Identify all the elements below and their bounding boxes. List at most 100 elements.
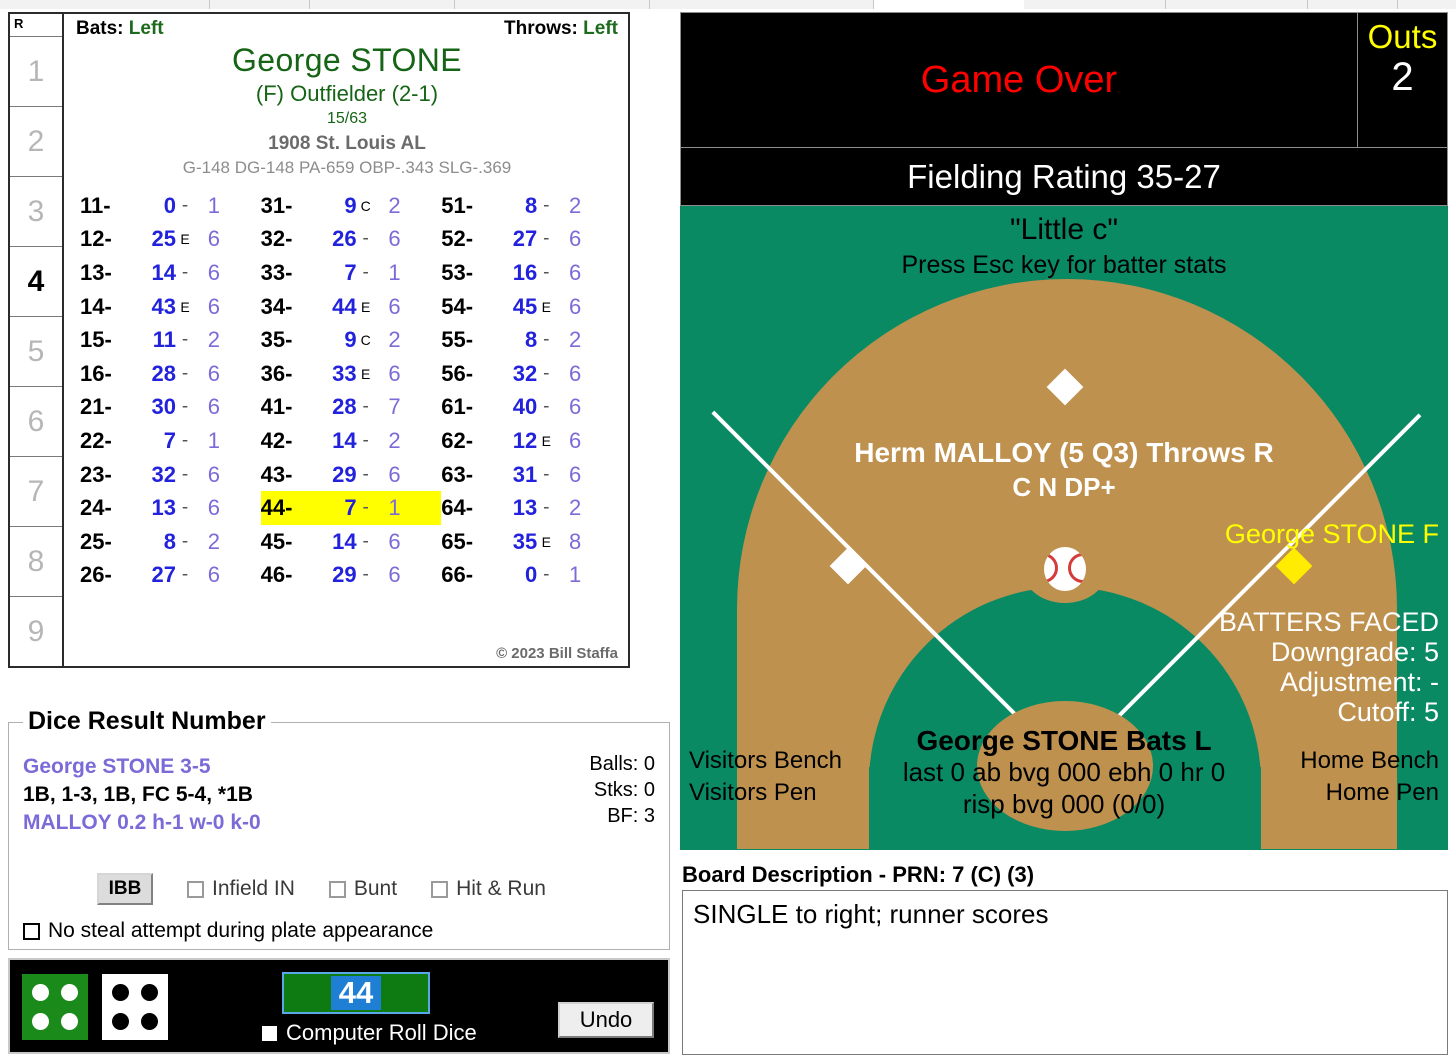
inning-cell-2[interactable]: 2 <box>10 106 62 176</box>
dice-roll-key: 13- <box>80 259 112 285</box>
visitors-pen-link[interactable]: Visitors Pen <box>689 777 842 809</box>
infield-in-checkbox[interactable] <box>187 880 204 898</box>
dice-grid-row[interactable]: 21- 30-6 <box>80 391 261 425</box>
dice-grid-row[interactable]: 33- 7-1 <box>261 256 442 290</box>
undo-button[interactable]: Undo <box>558 1002 654 1038</box>
hit-and-run-checkbox-group[interactable]: Hit & Run <box>431 877 546 901</box>
dice-roll-onbase: 2 <box>388 192 401 218</box>
dice-grid-row[interactable]: 36- 33 E 6 <box>261 357 442 391</box>
dice-roll-result: 8 <box>163 528 176 554</box>
dice-grid-row[interactable]: 14- 43 E 6 <box>80 290 261 324</box>
ibb-button[interactable]: IBB <box>97 873 153 905</box>
dice-roll-onbase: 6 <box>207 360 220 386</box>
board-description-label: Board Description - PRN: 7 (C) (3) <box>682 862 1035 887</box>
batters-faced-block: BATTERS FACED Downgrade: 5 Adjustment: -… <box>1219 607 1439 727</box>
inning-cell-7[interactable]: 7 <box>10 456 62 526</box>
no-steal-checkbox[interactable] <box>23 922 40 940</box>
dice-result-grid: 11- 0-1 12- 25 E 6 13- 14-6 14- 43 E 6 15- 11-2 16- 28-… <box>66 189 628 592</box>
dice-grid-row[interactable]: 62- 12 E 6 <box>441 424 622 458</box>
hit-and-run-checkbox[interactable] <box>431 880 449 898</box>
dice-roll-key: 53- <box>441 259 474 285</box>
computer-roll-dice-group[interactable]: Computer Roll Dice <box>262 1020 477 1046</box>
dice-grid-row[interactable]: 32- 26-6 <box>261 223 442 257</box>
dice-grid-row[interactable]: 56- 32-6 <box>441 357 622 391</box>
visitors-bench-link[interactable]: Visitors Bench <box>689 745 842 777</box>
dice-roll-key: 42- <box>260 427 293 453</box>
home-bench-link[interactable]: Home Bench <box>1300 745 1439 777</box>
dice-grid-row[interactable]: 45- 14-6 <box>261 525 442 559</box>
dice-grid-row[interactable]: 66- 0-1 <box>441 559 622 593</box>
dice-roll-onbase: 6 <box>207 226 220 252</box>
dice-grid-row[interactable]: 25- 8-2 <box>80 525 261 559</box>
dice-roll-key: 25- <box>80 528 112 554</box>
inning-cell-3[interactable]: 3 <box>10 176 62 246</box>
die-one[interactable] <box>22 974 88 1040</box>
roll-value-box[interactable]: 44 <box>282 972 430 1014</box>
dice-grid-row[interactable]: 31- 9 C 2 <box>261 189 442 223</box>
dice-roll-key: 64- <box>441 495 474 521</box>
dice-grid-row[interactable]: 15- 11-2 <box>80 323 261 357</box>
control-row: IBB Infield IN Bunt Hit & Run <box>9 873 669 905</box>
bunt-checkbox-group[interactable]: Bunt <box>328 877 397 901</box>
dice-grid-row[interactable]: 13- 14-6 <box>80 256 261 290</box>
dice-grid-row[interactable]: 11- 0-1 <box>80 189 261 223</box>
dice-roll-onbase: 6 <box>207 495 220 521</box>
dice-grid-row[interactable]: 54- 45 E 6 <box>441 290 622 324</box>
home-pen-link[interactable]: Home Pen <box>1300 777 1439 809</box>
roll-value: 44 <box>330 976 382 1010</box>
dice-grid-row[interactable]: 63- 31-6 <box>441 458 622 492</box>
dice-roll-onbase: 2 <box>388 327 401 353</box>
dice-grid-row[interactable]: 42- 14-2 <box>261 424 442 458</box>
dice-grid-row[interactable]: 35- 9 C 2 <box>261 323 442 357</box>
dice-grid-row[interactable]: 64- 13-2 <box>441 491 622 525</box>
bats-throws-row: Bats: Left Throws: Left <box>66 14 628 40</box>
dice-grid-row[interactable]: 12- 25 E 6 <box>80 223 261 257</box>
dice-roll-flag: - <box>362 228 369 250</box>
dice-roll-key: 23- <box>80 461 112 487</box>
dice-roll-flag: - <box>181 261 189 283</box>
bunt-checkbox[interactable] <box>328 880 346 898</box>
pitcher-name[interactable]: Herm MALLOY (5 Q3) Throws R <box>681 437 1447 469</box>
dice-grid-row[interactable]: 46- 29-6 <box>261 559 442 593</box>
dice-grid-row[interactable]: 22- 7-1 <box>80 424 261 458</box>
infield-in-checkbox-group[interactable]: Infield IN <box>187 877 295 901</box>
no-steal-checkbox-group[interactable]: No steal attempt during plate appearance <box>23 919 433 943</box>
dice-roll-result: 13 <box>151 495 176 521</box>
computer-roll-dice-checkbox[interactable] <box>262 1025 277 1041</box>
inning-cell-4[interactable]: 4 <box>10 246 62 316</box>
dice-grid-row[interactable]: 34- 44 E 6 <box>261 290 442 324</box>
ball-seam <box>1044 553 1058 583</box>
outs-box: Outs 2 <box>1357 13 1447 147</box>
dice-grid-row[interactable]: 61- 40-6 <box>441 391 622 425</box>
inning-cell-8[interactable]: 8 <box>10 526 62 596</box>
dice-grid-row[interactable]: 43- 29-6 <box>261 458 442 492</box>
dice-roll-key: 65- <box>441 528 474 554</box>
dice-grid-row[interactable]: 23- 32-6 <box>80 458 261 492</box>
dice-grid-row[interactable]: 24- 13-6 <box>80 491 261 525</box>
dice-grid-row[interactable]: 52- 27-6 <box>441 223 622 257</box>
dice-roll-flag: E <box>541 432 551 449</box>
dice-grid-row[interactable]: 44- 7-1 <box>260 491 442 525</box>
dice-grid-row[interactable]: 65- 35 E 8 <box>441 525 622 559</box>
dice-grid-row[interactable]: 26- 27-6 <box>80 559 261 593</box>
dice-grid-row[interactable]: 51- 8-2 <box>441 189 622 223</box>
inning-cell-9[interactable]: 9 <box>10 596 62 666</box>
dice-grid-row[interactable]: 41- 28-7 <box>261 391 442 425</box>
dice-roll-flag: - <box>543 261 550 283</box>
first-base-fielder-name[interactable]: George STONE F <box>1225 519 1439 550</box>
inning-cell-5[interactable]: 5 <box>10 316 62 386</box>
player-card-number: 15/63 <box>326 110 368 127</box>
right-panel: Game Over Outs 2 Fielding Rating 35-27 "… <box>680 12 1448 852</box>
dice-grid-row[interactable]: 53- 16-6 <box>441 256 622 290</box>
inning-cell-6[interactable]: 6 <box>10 386 62 456</box>
baseball-field[interactable]: "Little c" Press Esc key for batter stat… <box>680 206 1448 850</box>
die-pip <box>61 1013 78 1030</box>
game-status-message: Game Over <box>920 58 1118 101</box>
dice-grid-row[interactable]: 16- 28-6 <box>80 357 261 391</box>
die-two[interactable] <box>102 974 168 1040</box>
dice-roll-flag: - <box>181 497 189 519</box>
dice-grid-row[interactable]: 55- 8-2 <box>441 323 622 357</box>
inning-cell-1[interactable]: 1 <box>10 36 62 106</box>
dice-roll-result: 7 <box>163 427 176 453</box>
board-description-box[interactable]: SINGLE to right; runner scores <box>682 890 1448 1055</box>
